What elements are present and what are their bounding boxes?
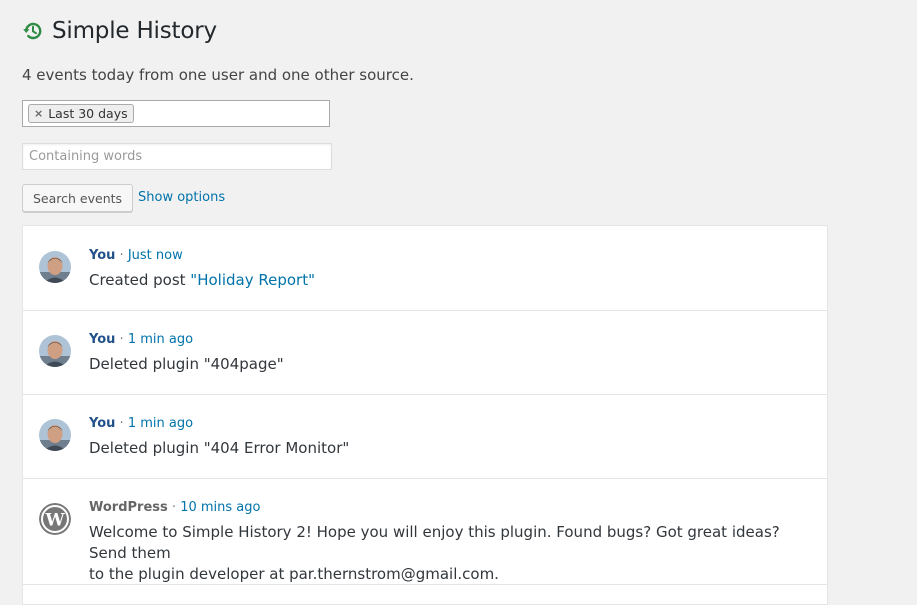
entry-initiator[interactable]: You (89, 332, 115, 347)
date-filter-select[interactable]: × Last 30 days (22, 100, 330, 127)
entry-time[interactable]: 1 min ago (128, 416, 193, 431)
entry-time[interactable]: Just now (128, 248, 183, 263)
log-entry: You · 1 min ago Deleted plugin "404page" (23, 310, 827, 395)
user-avatar (39, 335, 71, 367)
meta-separator: · (171, 500, 177, 515)
events-summary: 4 events today from one user and one oth… (22, 66, 414, 84)
search-events-button[interactable]: Search events (22, 184, 134, 212)
entry-initiator[interactable]: You (89, 416, 115, 431)
entry-text: Created post (89, 271, 191, 289)
page-header: Simple History (22, 18, 217, 44)
user-avatar (39, 419, 71, 451)
entry-time[interactable]: 10 mins ago (180, 500, 260, 515)
entry-message: Deleted plugin "404page" (89, 355, 284, 373)
user-avatar (39, 251, 71, 283)
post-link[interactable]: "Holiday Report" (190, 271, 315, 289)
entry-message: Created post "Holiday Report" (89, 270, 805, 291)
svg-text:W: W (44, 511, 65, 531)
entry-initiator: WordPress (89, 500, 168, 515)
log-entry: W WordPress · 10 mins ago Welcome to Sim… (23, 478, 827, 585)
entry-message: Welcome to Simple History 2! Hope you wi… (89, 522, 805, 585)
event-log: You · Just now Created post "Holiday Rep… (22, 225, 828, 605)
containing-words-input[interactable] (22, 143, 332, 170)
entry-message-line: to the plugin developer at par.thernstro… (89, 565, 499, 583)
log-entry: You · 1 min ago Deleted plugin "404 Erro… (23, 394, 827, 479)
log-entry: You · Just now Created post "Holiday Rep… (23, 226, 827, 311)
meta-separator: · (119, 332, 124, 347)
remove-chip-icon[interactable]: × (34, 107, 43, 120)
entry-message: Deleted plugin "404 Error Monitor" (89, 439, 350, 457)
entry-meta: You · Just now (89, 248, 183, 263)
entry-meta: WordPress · 10 mins ago (89, 500, 260, 515)
history-icon (22, 20, 44, 42)
meta-separator: · (119, 416, 124, 431)
entry-time[interactable]: 1 min ago (128, 332, 193, 347)
entry-meta: You · 1 min ago (89, 332, 193, 347)
page-title: Simple History (52, 18, 217, 44)
date-filter-chip-label: Last 30 days (48, 106, 128, 121)
show-options-link[interactable]: Show options (138, 190, 225, 205)
entry-initiator[interactable]: You (89, 248, 115, 263)
meta-separator: · (119, 248, 124, 263)
entry-message-line: Welcome to Simple History 2! Hope you wi… (89, 523, 780, 562)
date-filter-chip[interactable]: × Last 30 days (28, 104, 134, 123)
entry-meta: You · 1 min ago (89, 416, 193, 431)
wordpress-logo-icon: W (39, 503, 71, 535)
